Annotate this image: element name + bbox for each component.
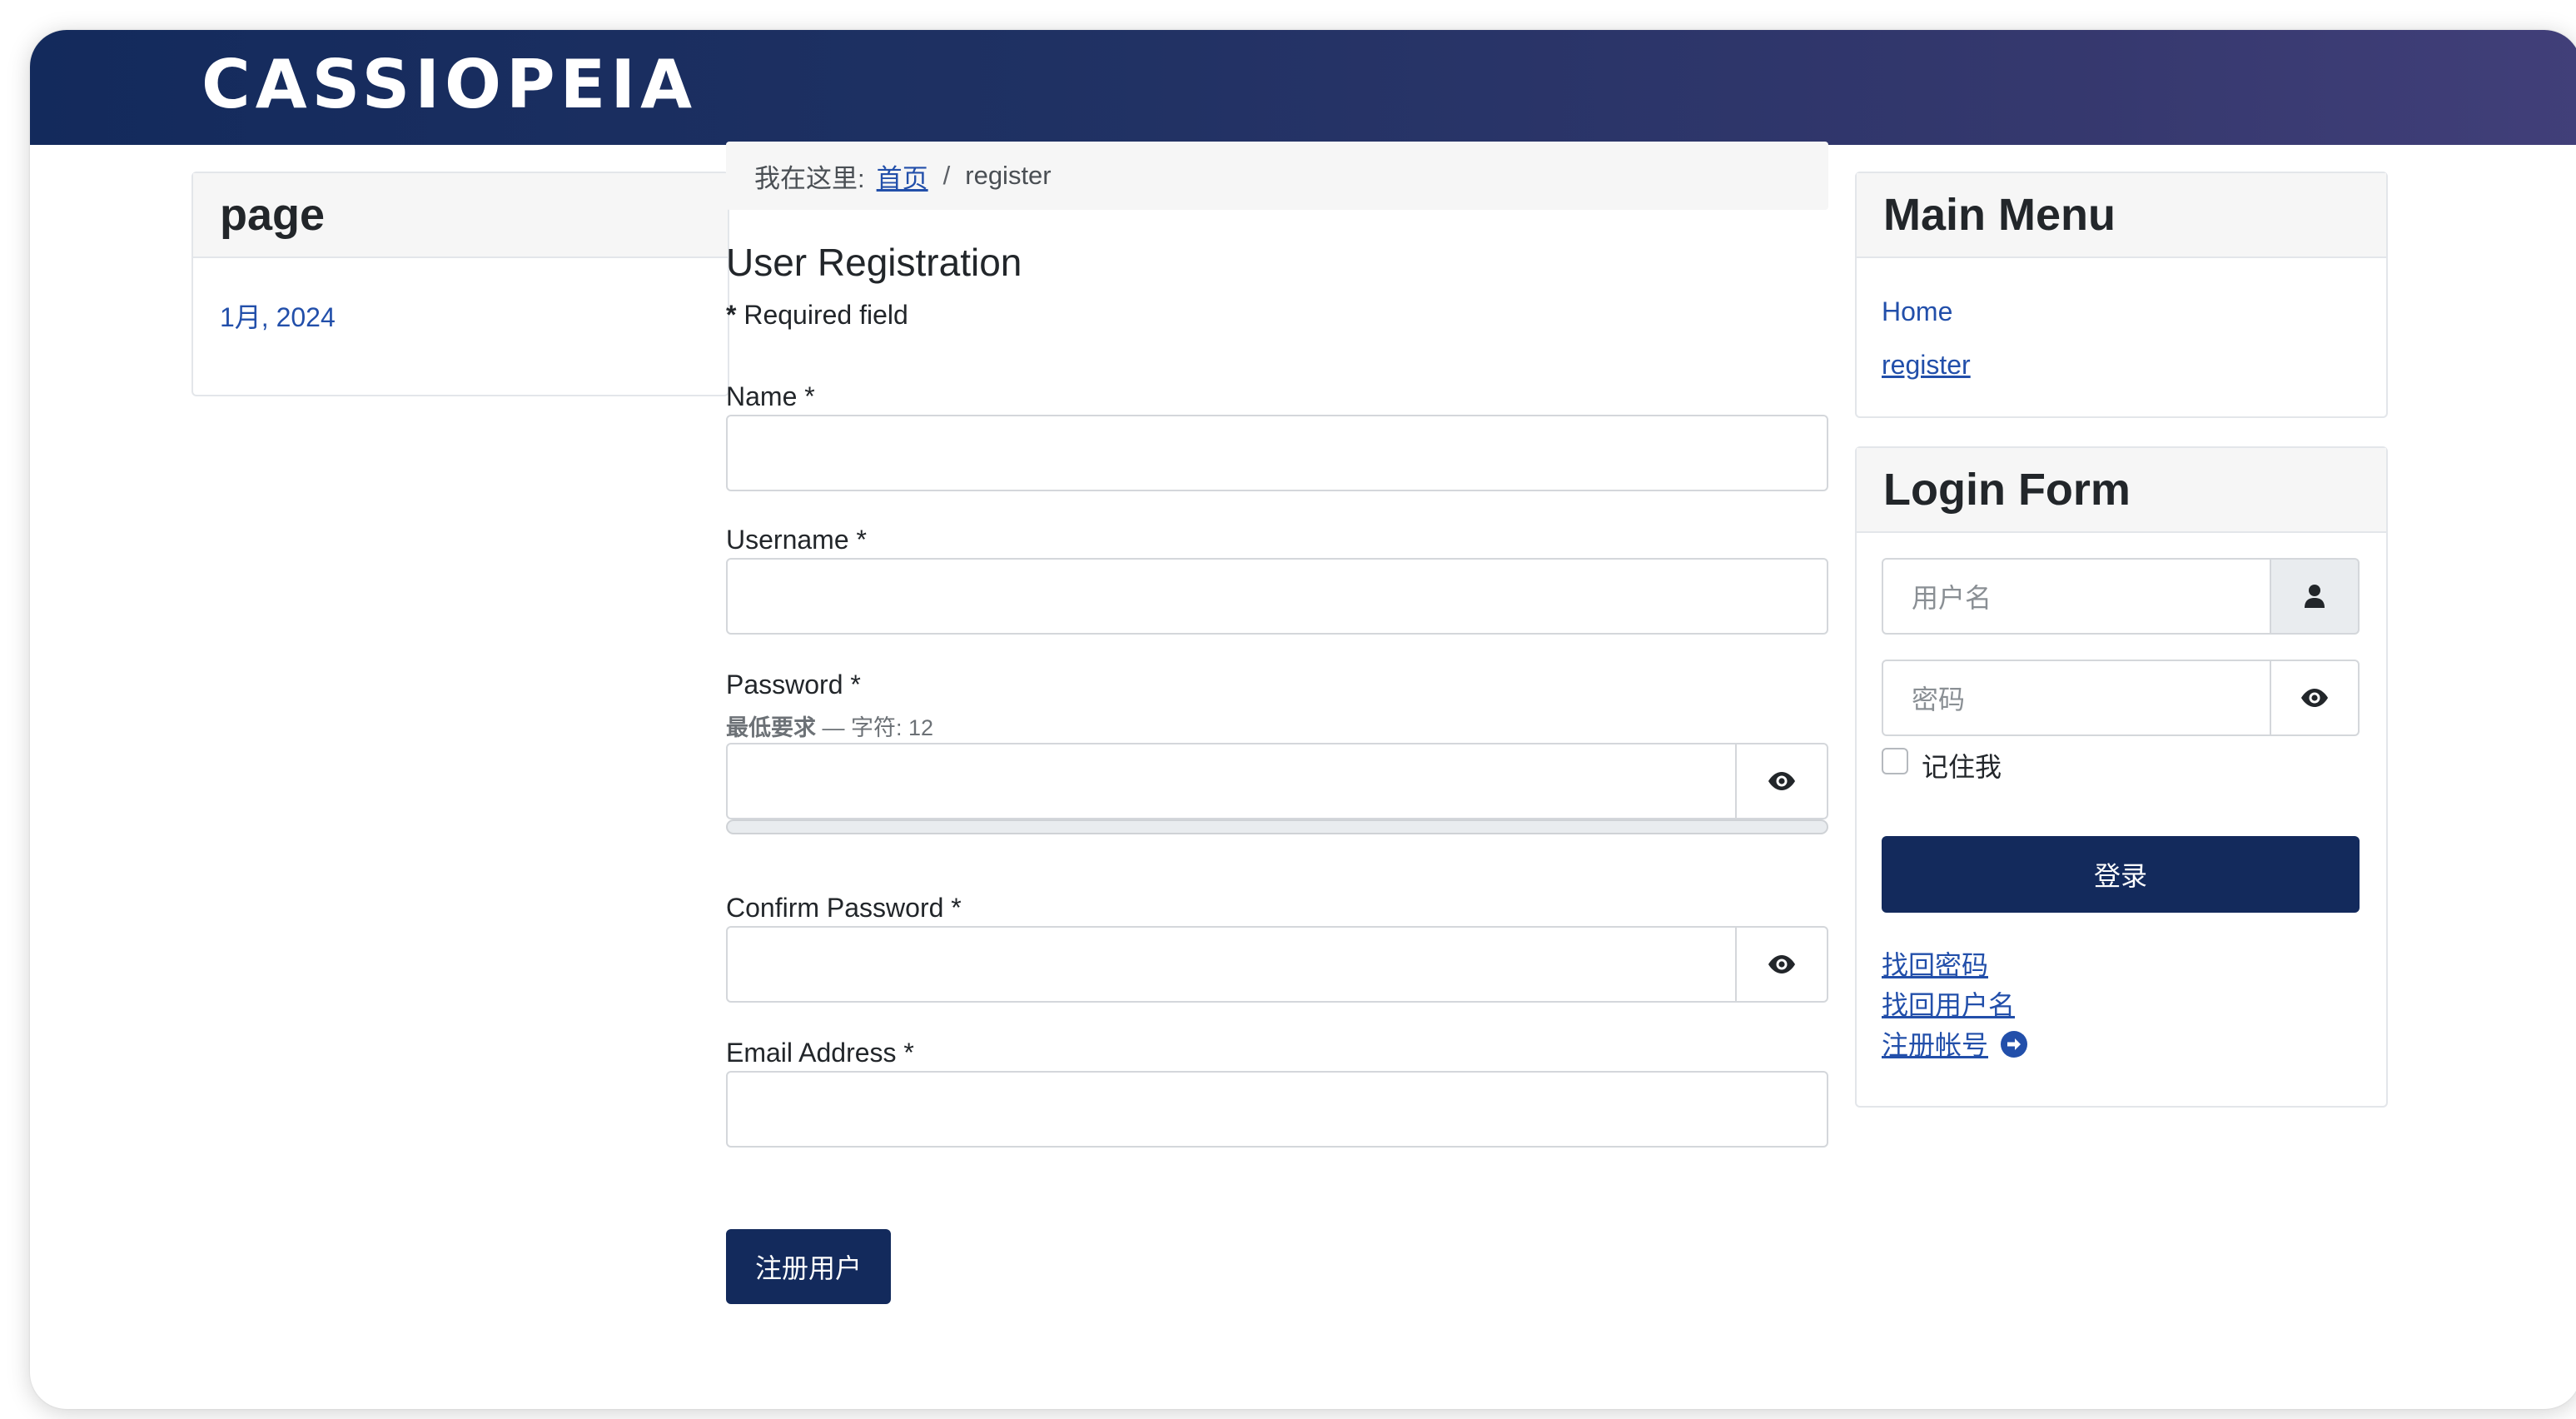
password-strength-meter (726, 819, 1828, 834)
page-module-title: page (193, 173, 728, 258)
remember-me-checkbox[interactable] (1882, 748, 1908, 774)
menu-item-home[interactable]: Home (1882, 296, 1952, 327)
breadcrumb-prefix: 我在这里: (754, 163, 865, 193)
forgot-username-link[interactable]: 找回用户名 (1882, 984, 2015, 1023)
forgot-password-link[interactable]: 找回密码 (1882, 944, 1988, 983)
register-account-row: 注册帐号 (1882, 1024, 2027, 1063)
email-label: Email Address * (726, 1038, 914, 1068)
confirm-password-label: Confirm Password * (726, 893, 962, 923)
main-menu-title: Main Menu (1857, 173, 2386, 258)
registration-title: User Registration (726, 241, 1022, 284)
site-header: CASSIOPEIA (30, 30, 2576, 145)
eye-icon (2301, 689, 2328, 707)
remember-me-label[interactable]: 记住我 (1922, 746, 2002, 784)
confirm-password-toggle-button[interactable] (1735, 926, 1828, 1003)
password-hint-rest: — 字符: 12 (816, 715, 934, 740)
page-module: page (191, 172, 729, 396)
required-field-text: Required field (743, 300, 908, 330)
email-field[interactable] (726, 1071, 1828, 1148)
menu-item-register[interactable]: register (1882, 350, 1971, 381)
required-field-note: * Required field (726, 300, 908, 331)
user-icon (2305, 585, 2325, 608)
breadcrumb-separator: / (942, 161, 951, 190)
arrow-right-circle-icon[interactable] (2000, 1031, 2027, 1058)
site-brand[interactable]: CASSIOPEIA (201, 52, 697, 118)
username-label: Username * (726, 525, 867, 555)
eye-icon (1768, 955, 1795, 973)
login-password-toggle-button[interactable] (2270, 660, 2360, 736)
password-label: Password * (726, 670, 861, 700)
name-field[interactable] (726, 415, 1828, 491)
password-hint-bold: 最低要求 (726, 715, 816, 740)
login-password-input[interactable]: 密码 (1882, 660, 2271, 736)
login-username-icon-box (2270, 558, 2360, 635)
archive-link[interactable]: 1月, 2024 (220, 296, 336, 335)
login-username-input[interactable]: 用户名 (1882, 558, 2271, 635)
breadcrumb-current: register (965, 161, 1052, 190)
login-button[interactable]: 登录 (1882, 836, 2360, 913)
password-field[interactable] (726, 743, 1737, 819)
main-menu-module: Main Menu (1855, 172, 2388, 418)
confirm-password-field[interactable] (726, 926, 1737, 1003)
register-submit-button[interactable]: 注册用户 (726, 1229, 891, 1304)
name-label: Name * (726, 381, 815, 411)
login-form-title: Login Form (1857, 448, 2386, 533)
username-field[interactable] (726, 558, 1828, 635)
register-account-link[interactable]: 注册帐号 (1882, 1030, 1988, 1060)
password-toggle-button[interactable] (1735, 743, 1828, 819)
breadcrumb-home-link[interactable]: 首页 (877, 157, 928, 195)
eye-icon (1768, 772, 1795, 790)
breadcrumb: 我在这里: 首页 / register (726, 142, 1828, 210)
required-star: * (726, 300, 737, 330)
password-requirements-hint: 最低要求 — 字符: 12 (726, 710, 933, 742)
